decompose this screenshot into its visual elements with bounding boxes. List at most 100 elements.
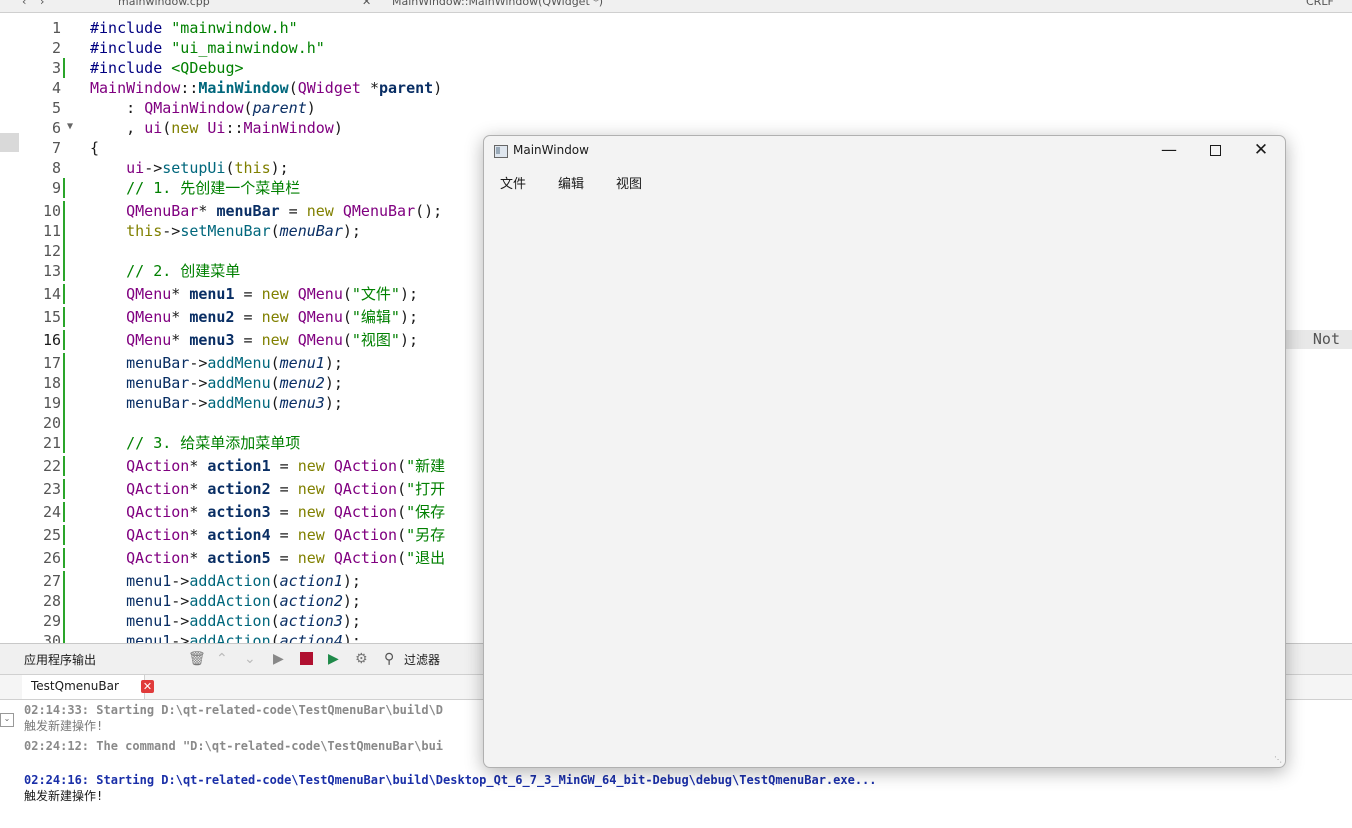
- change-marker: [63, 284, 65, 304]
- line-number: 2: [51, 39, 61, 57]
- line-number: 19: [42, 394, 61, 412]
- change-marker: [63, 571, 65, 591]
- line-number: 1: [51, 19, 61, 37]
- line-number: 25: [42, 526, 61, 544]
- search-icon[interactable]: ⚲: [384, 651, 394, 667]
- mainwindow-app-window[interactable]: MainWindow — ✕ 文件 编辑 视图 ⋱: [483, 135, 1286, 768]
- tab-close-icon[interactable]: ✕: [362, 0, 371, 8]
- menu-view[interactable]: 视图: [616, 173, 642, 192]
- log-line: 触发新建操作!: [24, 719, 104, 733]
- code-line: QAction* action1 = new QAction("新建: [126, 457, 446, 475]
- fold-arrow-icon[interactable]: ▼: [67, 117, 73, 137]
- change-marker: [63, 373, 65, 393]
- line-number: 13: [42, 262, 61, 280]
- log-line: 触发新建操作!: [24, 789, 104, 803]
- change-marker: [63, 611, 65, 631]
- line-number: 6: [51, 119, 61, 137]
- code-line: : QMainWindow(parent): [90, 99, 316, 117]
- code-line: QMenu* menu1 = new QMenu("文件");: [126, 285, 419, 303]
- code-line: menuBar->addMenu(menu3);: [126, 394, 343, 412]
- menu-file[interactable]: 文件: [500, 173, 526, 192]
- line-number: 11: [42, 222, 61, 240]
- change-marker: [63, 58, 65, 78]
- change-marker: [63, 548, 65, 568]
- change-marker: [63, 393, 65, 413]
- code-line: menu1->addAction(action1);: [126, 572, 361, 590]
- menu-edit[interactable]: 编辑: [558, 173, 584, 192]
- code-line: , ui(new Ui::MainWindow): [90, 119, 343, 137]
- nav-forward-icon[interactable]: ›: [40, 0, 44, 8]
- symbol-dropdown[interactable]: MainWindow::MainWindow(QWidget *): [392, 0, 603, 8]
- code-line: this->setMenuBar(menuBar);: [126, 222, 361, 240]
- gear-icon[interactable]: ⚙: [355, 651, 368, 667]
- line-number: 21: [42, 434, 61, 452]
- code-line: menu1->addAction(action4);: [126, 632, 361, 643]
- change-marker: [63, 353, 65, 373]
- app-window-icon: [494, 145, 508, 158]
- line-number: 9: [51, 179, 61, 197]
- menu-bar: 文件 编辑 视图: [484, 170, 1285, 192]
- line-number: 28: [42, 592, 61, 610]
- code-line: QMenu* menu2 = new QMenu("编辑");: [126, 308, 419, 326]
- line-number: 30: [42, 632, 61, 643]
- tab-label: TestQmenuBar: [31, 679, 119, 693]
- run-icon[interactable]: ▶: [273, 651, 284, 667]
- output-title: 应用程序输出: [24, 653, 97, 667]
- change-marker: [63, 433, 65, 453]
- line-number: 22: [42, 457, 61, 475]
- nav-back-icon[interactable]: ‹: [22, 0, 26, 8]
- line-ending-label[interactable]: CRLF: [1306, 0, 1334, 8]
- change-marker: [63, 631, 65, 643]
- line-number: 20: [42, 414, 61, 432]
- line-number: 12: [42, 242, 61, 260]
- line-number: 8: [51, 159, 61, 177]
- change-marker: [63, 241, 65, 261]
- change-marker: [63, 201, 65, 221]
- trash-icon[interactable]: 🗑: [188, 651, 206, 667]
- code-line: #include "ui_mainwindow.h": [90, 39, 325, 57]
- line-number: 23: [42, 480, 61, 498]
- change-marker: [63, 413, 65, 433]
- change-marker: [63, 479, 65, 499]
- change-marker: [63, 502, 65, 522]
- line-number: 17: [42, 354, 61, 372]
- line-number: 18: [42, 374, 61, 392]
- resize-grip-icon[interactable]: ⋱: [1274, 756, 1282, 764]
- maximize-button[interactable]: [1192, 136, 1238, 166]
- debug-run-icon[interactable]: ▶: [328, 651, 339, 667]
- change-marker: [63, 178, 65, 198]
- log-line: 02:24:12: The command "D:\qt-related-cod…: [24, 739, 444, 753]
- code-line: QAction* action3 = new QAction("保存: [126, 503, 446, 521]
- code-line: QAction* action5 = new QAction("退出: [126, 549, 446, 567]
- close-button[interactable]: ✕: [1238, 136, 1284, 166]
- change-marker: [63, 307, 65, 327]
- window-titlebar[interactable]: MainWindow — ✕: [484, 136, 1285, 166]
- window-title: MainWindow: [513, 143, 589, 157]
- stop-icon[interactable]: [300, 652, 313, 665]
- tab-testqmenubar[interactable]: TestQmenuBar ✕: [22, 675, 154, 699]
- line-number-current: 16: [42, 331, 61, 349]
- code-line: ui->setupUi(this);: [126, 159, 289, 177]
- line-number: 3: [51, 59, 61, 77]
- filter-input[interactable]: 过滤器: [404, 651, 440, 668]
- collapse-icon[interactable]: ⌄: [0, 713, 14, 727]
- code-line: {: [90, 139, 100, 157]
- file-tab[interactable]: mainwindow.cpp: [118, 0, 210, 8]
- chevron-down-icon[interactable]: ⌄: [244, 651, 256, 667]
- change-marker: [63, 456, 65, 476]
- line-number: 24: [42, 503, 61, 521]
- code-line: menu1->addAction(action2);: [126, 592, 361, 610]
- minimize-button[interactable]: —: [1146, 136, 1192, 166]
- code-line: // 3. 给菜单添加菜单项: [126, 434, 301, 452]
- close-icon[interactable]: ✕: [141, 680, 154, 693]
- code-line: QAction* action4 = new QAction("另存: [126, 526, 446, 544]
- not-badge: Not: [1286, 330, 1352, 349]
- change-marker: [63, 221, 65, 241]
- maximize-icon: [1209, 145, 1221, 156]
- code-line: // 1. 先创建一个菜单栏: [126, 179, 301, 197]
- chevron-up-icon[interactable]: ⌃: [216, 651, 228, 667]
- code-line: menuBar->addMenu(menu2);: [126, 374, 343, 392]
- sidebar-marker: [0, 133, 19, 152]
- editor-tab-strip: ‹ › mainwindow.cpp ✕ MainWindow::MainWin…: [0, 0, 1352, 13]
- line-number: 29: [42, 612, 61, 630]
